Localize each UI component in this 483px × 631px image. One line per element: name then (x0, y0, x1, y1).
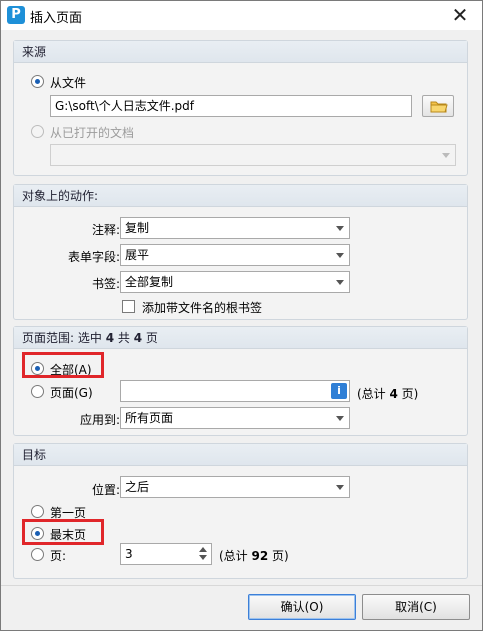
page-range-total: (总计 4 页) (357, 385, 418, 402)
insert-pages-dialog: P 插入页面 ✕ 来源 从文件 G:\soft\个人日志文件.pdf 从已打开的… (0, 0, 483, 631)
target-section: 目标 位置: 之后 第一页 最末页 页: 3 (总计 92 页) (13, 443, 468, 579)
bookmarks-value: 全部复制 (125, 275, 174, 289)
chevron-down-icon (442, 153, 450, 158)
from-open-doc-radio[interactable] (31, 125, 44, 138)
page-range-total-prefix: (总计 (357, 387, 390, 401)
bookmarks-select[interactable]: 全部复制 (120, 271, 350, 293)
page-number-field[interactable]: 3 (120, 543, 212, 565)
page-range-prefix: 页面范围: 选中 (22, 331, 106, 345)
source-section: 来源 从文件 G:\soft\个人日志文件.pdf 从已打开的文档 (13, 40, 468, 176)
bookmarks-label: 书签: (91, 277, 120, 291)
root-bookmark-label: 添加带文件名的根书签 (142, 301, 263, 315)
annotations-select[interactable]: 复制 (120, 217, 350, 239)
page-range-total-number: 4 (389, 387, 398, 401)
actions-header: 对象上的动作: (14, 185, 467, 207)
file-path-field[interactable]: G:\soft\个人日志文件.pdf (50, 95, 412, 117)
total-count: 4 (133, 331, 143, 345)
apply-to-label: 应用到: (79, 413, 120, 427)
app-logo-icon: P (7, 6, 25, 24)
annotations-value: 复制 (125, 221, 150, 235)
footer-divider (1, 585, 482, 586)
highlight-last-page (22, 519, 104, 545)
folder-icon (430, 101, 448, 113)
chevron-down-icon (336, 253, 344, 258)
target-total-number: 92 (251, 549, 269, 563)
page-range-header: 页面范围: 选中 4 共 4 页 (14, 327, 467, 349)
position-value: 之后 (125, 480, 150, 494)
page-range-suffix: 页 (142, 331, 158, 345)
page-range-section: 页面范围: 选中 4 共 4 页 全部(A) 页面(G) i (总计 4 页) … (13, 326, 468, 436)
target-total-prefix: (总计 (219, 549, 252, 563)
annotations-label: 注释: (91, 223, 120, 237)
ok-button[interactable]: 确认(O) (248, 594, 356, 620)
position-label: 位置: (91, 483, 120, 497)
apply-to-select[interactable]: 所有页面 (120, 407, 350, 429)
form-fields-select[interactable]: 展平 (120, 244, 350, 266)
page-stepper[interactable] (197, 544, 209, 564)
page-range-label: 页面(G) (50, 386, 93, 400)
page-range-mid: 共 (114, 331, 134, 345)
page-number-label: 页: (50, 549, 67, 563)
chevron-down-icon (336, 416, 344, 421)
first-page-radio[interactable] (31, 505, 44, 518)
chevron-down-icon (336, 280, 344, 285)
selected-count: 4 (105, 331, 115, 345)
actions-section: 对象上的动作: 注释: 复制 表单字段: 展平 书签: 全部复制 添加带文件名的… (13, 184, 468, 320)
close-icon[interactable]: ✕ (448, 4, 472, 26)
highlight-all-pages (22, 352, 104, 378)
root-bookmark-checkbox[interactable] (122, 300, 135, 313)
apply-to-value: 所有页面 (125, 411, 174, 425)
from-open-doc-label: 从已打开的文档 (50, 126, 135, 140)
chevron-down-icon (336, 485, 344, 490)
spin-up-icon[interactable] (199, 547, 207, 552)
page-range-total-suffix: 页) (397, 387, 419, 401)
open-doc-select[interactable] (50, 144, 456, 166)
target-total-suffix: 页) (268, 549, 289, 563)
target-header: 目标 (14, 444, 467, 466)
position-select[interactable]: 之后 (120, 476, 350, 498)
from-file-radio[interactable] (31, 75, 44, 88)
page-range-radio[interactable] (31, 385, 44, 398)
spin-down-icon[interactable] (199, 555, 207, 560)
info-icon[interactable]: i (331, 383, 347, 399)
page-number-value: 3 (125, 547, 133, 561)
from-file-label: 从文件 (50, 76, 87, 90)
source-header: 来源 (14, 41, 467, 63)
chevron-down-icon (336, 226, 344, 231)
form-fields-value: 展平 (125, 248, 150, 262)
page-number-radio[interactable] (31, 548, 44, 561)
cancel-button[interactable]: 取消(C) (362, 594, 470, 620)
dialog-title: 插入页面 (30, 11, 83, 26)
target-total: (总计 92 页) (219, 547, 289, 564)
page-range-field[interactable] (120, 380, 350, 402)
browse-folder-button[interactable] (422, 95, 454, 117)
title-bar: P 插入页面 ✕ (1, 1, 482, 30)
form-fields-label: 表单字段: (67, 250, 120, 264)
